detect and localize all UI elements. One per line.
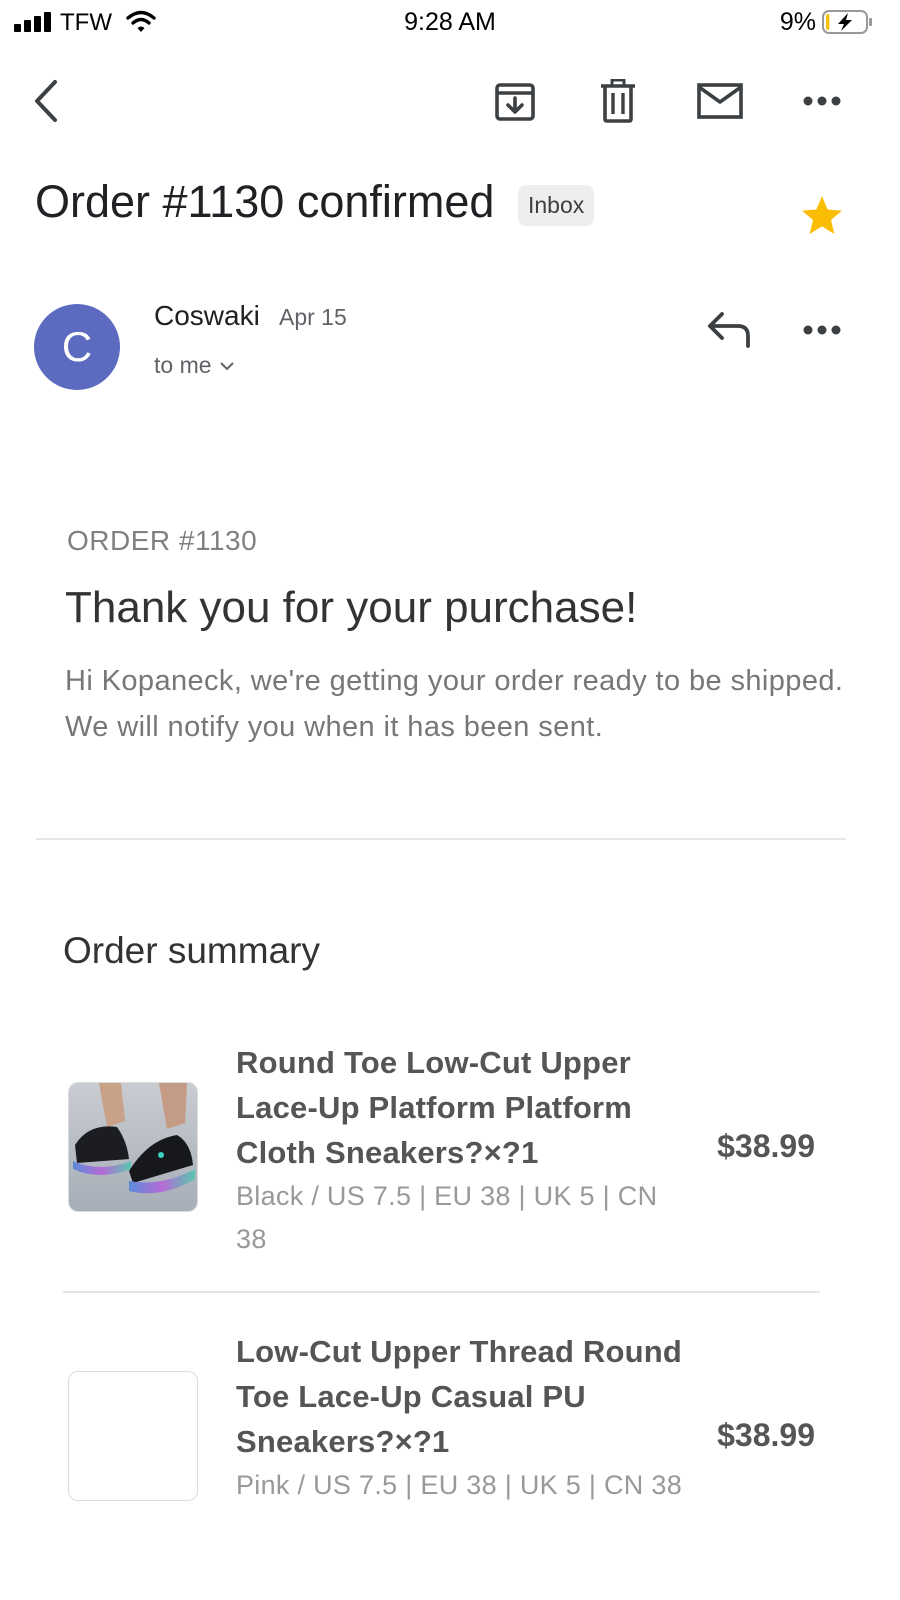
mail-icon[interactable]	[695, 76, 745, 126]
order-summary-title: Order summary	[63, 930, 320, 971]
email-toolbar	[0, 58, 900, 148]
item-price: $38.99	[717, 1128, 815, 1164]
item-title[interactable]: Low-Cut Upper Thread Round Toe Lace-Up C…	[236, 1329, 686, 1464]
archive-icon[interactable]	[490, 76, 540, 126]
chevron-down-icon	[219, 361, 234, 370]
blank-product-image[interactable]	[68, 1371, 198, 1501]
item-variant: Black / US 7.5 | EU 38 | UK 5 | CN 38	[236, 1181, 658, 1254]
sender-more-icon[interactable]	[800, 310, 844, 350]
back-arrow-icon[interactable]	[22, 76, 72, 126]
status-time: 9:28 AM	[404, 8, 496, 36]
item-divider	[63, 1291, 820, 1293]
battery-percent: 9%	[779, 8, 816, 36]
star-icon[interactable]	[799, 193, 845, 239]
recipient-label: to me	[154, 352, 212, 378]
trash-icon[interactable]	[593, 76, 643, 126]
headline: Thank you for your purchase!	[65, 583, 638, 632]
avatar[interactable]: C	[34, 304, 120, 390]
charging-bolt-icon	[838, 13, 852, 31]
order-item: Low-Cut Upper Thread Round Toe Lace-Up C…	[63, 1329, 823, 1569]
reply-icon[interactable]	[704, 306, 754, 352]
item-variant: Pink / US 7.5 | EU 38 | UK 5 | CN 38	[236, 1470, 683, 1500]
more-icon[interactable]	[797, 76, 847, 126]
sender-name: Coswaki	[154, 300, 260, 331]
intro-text: Hi Kopaneck, we're getting your order re…	[65, 665, 844, 743]
battery-icon	[822, 10, 872, 34]
email-date: Apr 15	[279, 304, 347, 330]
inbox-label-chip[interactable]: Inbox	[518, 185, 595, 226]
sneaker-product-image[interactable]	[68, 1082, 198, 1212]
email-view: TFW 9:28 AM 9% Order #1130 confirmed Inb…	[0, 0, 900, 1600]
order-number: ORDER #1130	[67, 525, 258, 556]
status-bar: TFW 9:28 AM 9%	[0, 0, 900, 44]
email-subject: Order #1130 confirmed	[35, 176, 495, 227]
item-price: $38.99	[717, 1417, 815, 1453]
item-title[interactable]: Round Toe Low-Cut Upper Lace-Up Platform…	[236, 1040, 686, 1175]
order-item: Round Toe Low-Cut Upper Lace-Up Platform…	[63, 1040, 823, 1280]
divider	[36, 838, 846, 840]
recipient-details-toggle[interactable]: to me	[154, 352, 234, 379]
